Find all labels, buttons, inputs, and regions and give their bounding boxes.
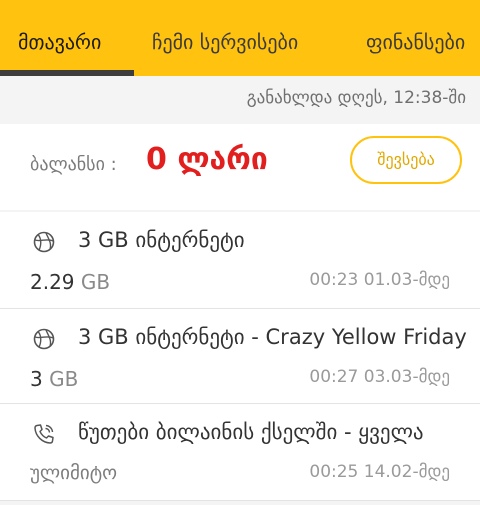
tab-bar: მთავარი ჩემი სერვისები ფინანსები: [0, 0, 480, 76]
balance-value: 0 ლარი: [146, 142, 268, 177]
list-item[interactable]: 3 GB ინტერნეტი - Crazy Yellow Friday 3 G…: [0, 309, 480, 404]
list-item[interactable]: 3 GB ინტერნეტი 2.29 GB 00:23 01.03-მდე: [0, 212, 480, 309]
item-expiry: 00:25 14.02-მდე: [309, 462, 450, 482]
item-amount: ულიმიტო: [30, 462, 118, 484]
tab-main[interactable]: მთავარი: [18, 0, 101, 76]
topup-button[interactable]: შევსება: [350, 136, 462, 184]
item-amount: 3 GB: [30, 367, 78, 391]
item-amount-value: 2.29: [30, 270, 75, 294]
item-amount-value: 3: [30, 367, 43, 391]
item-expiry: 00:23 01.03-მდე: [309, 270, 450, 290]
tab-my-services[interactable]: ჩემი სერვისები: [152, 0, 298, 76]
item-amount: 2.29 GB: [30, 270, 110, 294]
balance-label: ბალანსი :: [30, 154, 117, 175]
item-title: 3 GB ინტერნეტი - Crazy Yellow Friday: [78, 325, 467, 349]
item-amount-unit: GB: [80, 270, 111, 294]
last-updated-text: განახლდა დღეს, 12:38-ში: [246, 88, 466, 108]
balance-card: ბალანსი : 0 ლარი შევსება: [0, 124, 480, 210]
globe-icon: [33, 328, 55, 350]
list-item[interactable]: წუთები ბილაინის ქსელში - ყველა ულიმიტო 0…: [0, 404, 480, 501]
item-title: წუთები ბილაინის ქსელში - ყველა: [78, 420, 424, 444]
item-expiry: 00:27 03.03-მდე: [309, 367, 450, 387]
item-amount-unit: GB: [49, 367, 79, 391]
update-status-bar: განახლდა დღეს, 12:38-ში: [0, 76, 480, 125]
phone-icon: [34, 424, 54, 444]
globe-icon: [33, 231, 55, 253]
item-title: 3 GB ინტერნეტი: [78, 228, 245, 252]
tab-finances[interactable]: ფინანსები: [366, 0, 465, 76]
